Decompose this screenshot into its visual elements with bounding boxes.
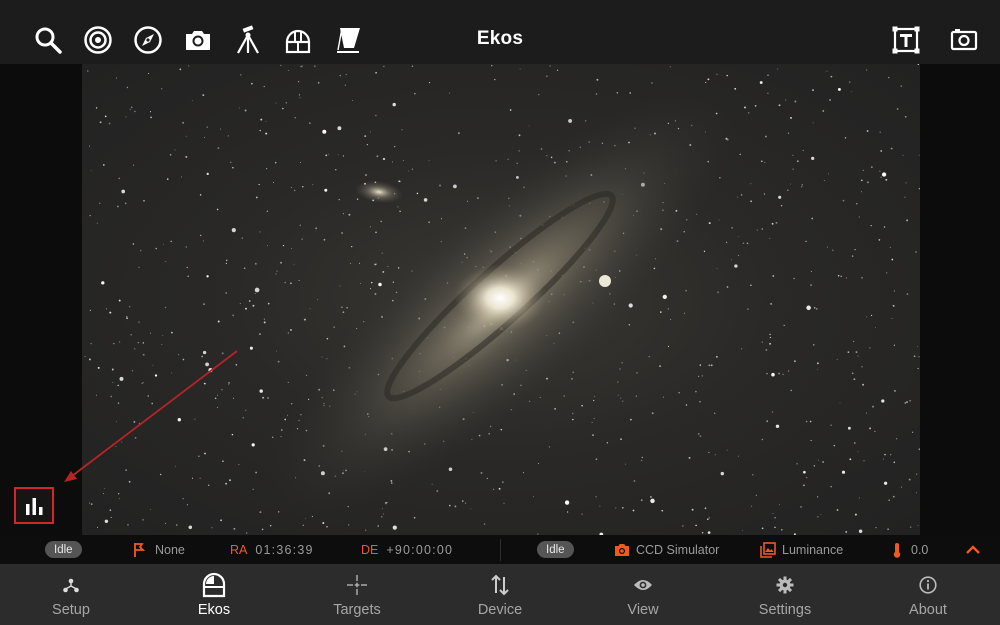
nav-device-label: Device [477,602,523,618]
filter-name-label: Luminance [782,542,844,557]
andromeda-galaxy-image [84,64,920,535]
temperature-value: 0.0 [911,542,929,557]
nav-setup-label: Setup [52,602,90,618]
observatory-icon [202,572,226,598]
filter-wheel-icon [760,541,776,558]
dome-icon[interactable] [281,23,315,57]
camera-small-icon [615,543,629,556]
camera-state-badge: Idle [537,541,574,558]
ra-readout: RA 01:36:39 [230,535,314,564]
nav-settings-label: Settings [758,602,812,618]
bar-chart-icon [26,497,43,515]
camera-name-label: CCD Simulator [636,542,720,557]
flat-panel-icon[interactable] [331,23,365,57]
right-panel [920,64,1000,535]
park-status-label: None [155,542,185,557]
updown-arrows-icon [491,574,509,596]
nav-view-label: View [627,602,659,618]
de-value: +90:00:00 [386,542,454,557]
nav-about-label: About [909,602,947,618]
ra-label: RA [230,542,248,557]
camera-name: CCD Simulator [614,535,719,564]
info-icon [919,576,937,594]
nav-ekos[interactable]: Ekos [159,564,269,625]
nav-ekos-label: Ekos [197,602,231,618]
ra-value: 01:36:39 [255,542,314,557]
bottom-navigation: Setup Ekos Targets Device View Settings … [0,564,1000,625]
de-readout: DE +90:00:00 [361,535,453,564]
nav-setup[interactable]: Setup [16,564,126,625]
mount-state-badge: Idle [45,541,82,558]
thermometer-icon [893,542,901,558]
status-divider [500,539,501,561]
text-frame-icon[interactable] [889,23,923,57]
temperature-readout: 0.0 [889,535,928,564]
target-icon[interactable] [81,23,115,57]
nav-device[interactable]: Device [445,564,555,625]
flag-icon [134,542,146,557]
nav-targets[interactable]: Targets [302,564,412,625]
eye-icon [634,580,652,590]
status-bar: Idle None RA 01:36:39 DE +90:00:00 Idle … [0,535,1000,564]
gear-icon [776,576,794,594]
nav-about[interactable]: About [873,564,983,625]
camera-icon[interactable] [181,23,215,57]
fits-image-viewer[interactable] [82,64,920,535]
chevron-up-icon [966,544,980,554]
capture-frame-icon[interactable] [947,23,981,57]
nav-settings[interactable]: Settings [730,564,840,625]
de-label: DE [361,542,379,557]
top-toolbar: Ekos [0,0,1000,64]
crosshair-star-icon [347,575,367,595]
tripod-mount-icon[interactable] [231,23,265,57]
histogram-button[interactable] [14,487,54,524]
expand-status-button[interactable] [965,535,981,564]
search-icon[interactable] [31,23,65,57]
setup-nodes-icon [63,578,79,593]
left-panel [0,64,82,535]
filter-name: Luminance [760,535,843,564]
nav-view[interactable]: View [588,564,698,625]
park-status: None [133,535,185,564]
nav-targets-label: Targets [333,602,381,618]
compass-icon[interactable] [131,23,165,57]
